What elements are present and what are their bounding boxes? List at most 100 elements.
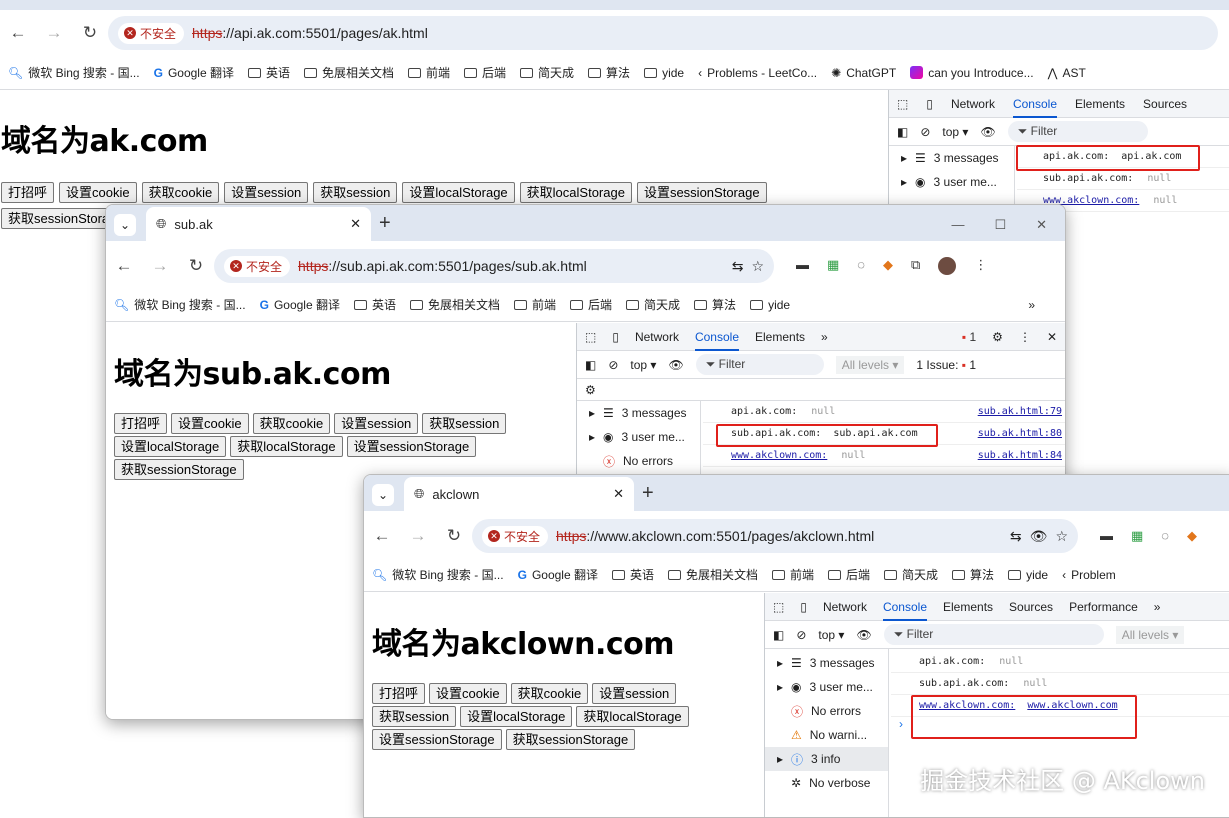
- tab-network[interactable]: Network: [951, 97, 995, 111]
- set-session-button[interactable]: 设置session: [224, 182, 309, 203]
- address-bar[interactable]: ✕ 不安全 https://sub.api.ak.com:5501/pages/s…: [214, 249, 774, 283]
- metamask-icon[interactable]: ◆: [883, 257, 893, 275]
- more-tabs-icon[interactable]: »: [821, 330, 828, 344]
- sidebar-item-verbose[interactable]: ✲ No verbose: [765, 771, 888, 795]
- sidebar-item-warnings[interactable]: ⚠︎ No warni...: [765, 723, 888, 747]
- set-session-button[interactable]: 设置session: [592, 683, 677, 704]
- eye-icon[interactable]: 👁︎: [856, 628, 871, 642]
- console-settings-icon[interactable]: ⚙︎: [585, 383, 596, 397]
- tab-console[interactable]: Console: [694, 330, 739, 351]
- bookmark-google-translate[interactable]: G Google 翻译: [260, 296, 340, 313]
- minimize-icon[interactable]: —: [951, 217, 964, 233]
- context-select[interactable]: top ▾: [630, 358, 656, 372]
- tab-elements[interactable]: Elements: [1075, 97, 1125, 111]
- insecure-badge[interactable]: ✕ 不安全: [224, 255, 291, 277]
- reload-icon[interactable]: ↻: [436, 526, 472, 546]
- forward-icon[interactable]: →: [142, 256, 178, 276]
- bookmark-folder[interactable]: 英语: [247, 64, 290, 81]
- bookmark-folder[interactable]: 简天成: [520, 64, 574, 81]
- more-tabs-icon[interactable]: »: [1154, 600, 1161, 614]
- bookmark-leetcode[interactable]: ‹ Problems - LeetCo...: [698, 66, 817, 80]
- sidebar-toggle-icon[interactable]: ◧: [773, 628, 784, 642]
- bookmark-leetcode[interactable]: ‹ Problem: [1062, 568, 1116, 582]
- log-link[interactable]: www.akclown.com:: [731, 450, 827, 461]
- levels-select[interactable]: All levels ▾: [1115, 625, 1185, 644]
- bookmark-folder[interactable]: 英语: [611, 566, 654, 583]
- greet-button[interactable]: 打招呼: [372, 683, 426, 704]
- context-select[interactable]: top ▾: [818, 628, 844, 642]
- sidebar-toggle-icon[interactable]: ◧: [585, 358, 596, 372]
- puzzle-icon[interactable]: ⧉: [911, 257, 920, 275]
- bookmark-folder[interactable]: 英语: [353, 296, 396, 313]
- bookmark-bing[interactable]: 🔍︎ 微软 Bing 搜索 - 国...: [8, 64, 140, 81]
- window-close-icon[interactable]: ✕: [1036, 217, 1047, 233]
- menu-icon[interactable]: ⋮: [974, 257, 987, 275]
- tab-console[interactable]: Console: [882, 600, 927, 621]
- extension-icon[interactable]: ▦: [827, 257, 839, 275]
- sidebar-item-messages[interactable]: ▸ ☰ 3 messages: [577, 401, 700, 425]
- get-session-button[interactable]: 获取session: [372, 706, 457, 727]
- issues-button[interactable]: 1 Issue: ▪ 1: [916, 358, 976, 372]
- bookmark-folder[interactable]: 简天成: [884, 566, 938, 583]
- eye-icon[interactable]: 👁︎: [668, 358, 683, 372]
- insecure-badge[interactable]: ✕ 不安全: [482, 525, 549, 547]
- set-session-button[interactable]: 设置session: [334, 413, 419, 434]
- bookmark-folder[interactable]: 免展相关文档: [409, 296, 500, 313]
- sidebar-item-messages[interactable]: ▸ ☰ 3 messages: [765, 651, 888, 675]
- clear-icon[interactable]: ⊘: [608, 358, 618, 372]
- reload-icon[interactable]: ↻: [178, 256, 214, 276]
- bookmark-folder[interactable]: 前端: [408, 64, 450, 81]
- tab-elements[interactable]: Elements: [755, 330, 805, 344]
- bookmark-folder[interactable]: 前端: [514, 296, 556, 313]
- set-localstorage-button[interactable]: 设置localStorage: [114, 436, 227, 457]
- bookmark-folder[interactable]: yide: [750, 298, 790, 312]
- reload-icon[interactable]: ↻: [72, 23, 108, 43]
- bookmark-introduce[interactable]: can you Introduce...: [910, 66, 1034, 80]
- address-bar[interactable]: ✕ 不安全 https://api.ak.com:5501/pages/ak.ht…: [108, 16, 1218, 50]
- bookmark-folder[interactable]: 算法: [952, 566, 994, 583]
- settings-icon[interactable]: ⚙︎: [992, 330, 1003, 344]
- insecure-badge[interactable]: ✕ 不安全: [118, 22, 185, 44]
- greet-button[interactable]: 打招呼: [114, 413, 168, 434]
- get-cookie-button[interactable]: 获取cookie: [141, 182, 220, 203]
- clear-icon[interactable]: ⊘: [796, 628, 806, 642]
- source-link[interactable]: sub.ak.html:80: [978, 428, 1062, 439]
- tab-akclown[interactable]: 🌐︎ akclown ✕: [404, 477, 634, 511]
- sidebar-item-user-messages[interactable]: ▸ ◉ 3 user me...: [889, 170, 1014, 194]
- set-localstorage-button[interactable]: 设置localStorage: [402, 182, 515, 203]
- tab-network[interactable]: Network: [635, 330, 679, 344]
- set-cookie-button[interactable]: 设置cookie: [59, 182, 137, 203]
- sidebar-item-errors[interactable]: ⓧ No errors: [765, 699, 888, 723]
- get-localstorage-button[interactable]: 获取localStorage: [519, 182, 632, 203]
- source-link[interactable]: sub.ak.html:84: [978, 450, 1062, 461]
- get-session-button[interactable]: 获取session: [422, 413, 507, 434]
- extension-icon[interactable]: ◌: [857, 257, 865, 275]
- get-localstorage-button[interactable]: 获取localStorage: [230, 436, 343, 457]
- tab-search-icon[interactable]: ⌄: [372, 484, 394, 506]
- get-cookie-button[interactable]: 获取cookie: [252, 413, 331, 434]
- tab-console[interactable]: Console: [1012, 97, 1057, 118]
- eye-icon[interactable]: 👁︎: [1030, 528, 1048, 545]
- forward-icon[interactable]: →: [36, 23, 72, 43]
- sidebar-toggle-icon[interactable]: ◧: [897, 125, 908, 139]
- tab-elements[interactable]: Elements: [943, 600, 993, 614]
- extension-icon[interactable]: ▬: [1100, 528, 1113, 544]
- bookmark-folder[interactable]: 免展相关文档: [303, 64, 394, 81]
- star-icon[interactable]: ☆: [1055, 528, 1068, 545]
- set-cookie-button[interactable]: 设置cookie: [429, 683, 507, 704]
- tab-sources[interactable]: Sources: [1009, 600, 1053, 614]
- filter-input[interactable]: ⏷ Filter: [1007, 121, 1148, 142]
- device-icon[interactable]: ▯: [612, 330, 619, 344]
- set-localstorage-button[interactable]: 设置localStorage: [460, 706, 573, 727]
- sidebar-item-user-messages[interactable]: ▸ ◉ 3 user me...: [765, 675, 888, 699]
- sidebar-item-info[interactable]: ▸ ⓘ 3 info: [765, 747, 888, 771]
- device-icon[interactable]: ▯: [800, 600, 807, 614]
- get-sessionstorage-button[interactable]: 获取sessionStorage: [505, 729, 636, 750]
- bookmark-folder[interactable]: yide: [1008, 568, 1048, 582]
- bookmark-bing[interactable]: 🔍︎ 微软 Bing 搜索 - 国...: [114, 296, 246, 313]
- inspect-icon[interactable]: ⬚: [585, 330, 596, 344]
- get-session-button[interactable]: 获取session: [313, 182, 398, 203]
- set-sessionstorage-button[interactable]: 设置sessionStorage: [346, 436, 477, 457]
- sidebar-item-errors[interactable]: ⓧ No errors: [577, 449, 700, 473]
- address-bar[interactable]: ✕ 不安全 https://www.akclown.com:5501/pages/…: [472, 519, 1078, 553]
